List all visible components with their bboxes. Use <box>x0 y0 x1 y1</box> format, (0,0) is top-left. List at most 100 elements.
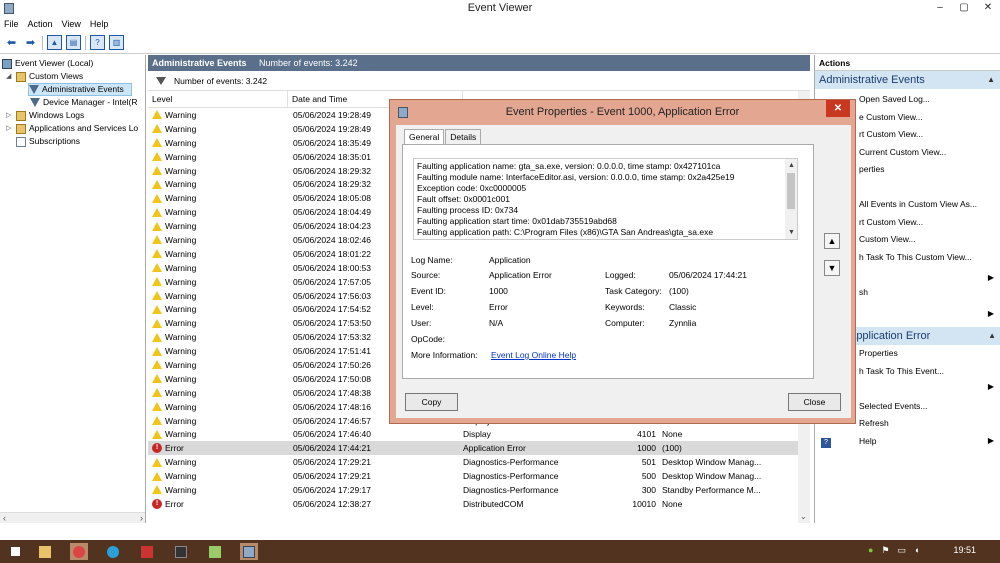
level-cell: Warning <box>148 471 288 481</box>
level-text: Warning <box>165 346 197 357</box>
description-scroll-thumb[interactable] <box>787 173 795 209</box>
menu-file[interactable]: File <box>4 17 19 32</box>
start-windows-icon[interactable] <box>6 543 24 560</box>
level-text: Warning <box>165 123 197 134</box>
next-event-arrow-icon[interactable]: ▼ <box>824 260 840 276</box>
event-viewer-taskbar-icon[interactable] <box>240 543 258 560</box>
expand-arrow-icon[interactable]: ▷ <box>6 122 13 135</box>
tab-details[interactable]: Details <box>445 129 482 144</box>
description-scrollbar[interactable]: ▲ ▼ <box>785 159 797 239</box>
menu-view[interactable]: View <box>62 17 81 32</box>
app-multicolor-icon[interactable] <box>206 543 224 560</box>
navigation-tree: Event Viewer (Local) ◢ Custom Views Admi… <box>0 55 146 523</box>
copy-button[interactable]: Copy <box>405 393 458 411</box>
dialog-close-icon[interactable]: ✕ <box>826 100 850 117</box>
close-button[interactable]: Close <box>788 393 841 411</box>
flag-icon[interactable]: ⚑ <box>881 545 889 556</box>
scroll-right-arrow-icon[interactable]: › <box>140 513 143 523</box>
tab-general[interactable]: General <box>404 129 445 145</box>
network-icon[interactable]: ▭ <box>898 545 907 556</box>
security-icon[interactable]: ● <box>868 545 873 556</box>
event-viewer-icon <box>2 58 12 69</box>
level-text: Error <box>165 443 184 454</box>
up-folder-icon[interactable]: ▲ <box>47 35 62 50</box>
submenu-arrow-icon[interactable]: ▶ <box>988 273 994 282</box>
menu-help[interactable]: Help <box>90 17 109 32</box>
source-cell: Diagnostics-Performance <box>463 471 559 482</box>
level-cell: Warning <box>148 429 288 439</box>
scroll-up-arrow-icon[interactable]: ▲ <box>788 160 795 171</box>
level-text: Warning <box>165 401 197 412</box>
file-explorer-icon[interactable] <box>36 543 54 560</box>
table-row[interactable]: ! Error 05/06/2024 17:44:21 Application Err… <box>148 441 810 456</box>
submenu-arrow-icon[interactable]: ▶ <box>988 382 994 391</box>
task-category-label: Task Category: <box>605 286 662 296</box>
filter-icon <box>156 76 166 85</box>
more-information-label: More Information: <box>411 350 478 360</box>
tree-item-device-manager[interactable]: Device Manager - Intel(R <box>30 96 137 109</box>
forward-arrow-icon[interactable]: ➡ <box>23 35 38 50</box>
taskbar-clock[interactable]: 19:51 <box>953 545 976 555</box>
tree-horizontal-scrollbar[interactable]: ‹ › <box>0 512 145 523</box>
collapse-caret-icon[interactable]: ▲ <box>988 327 996 345</box>
expand-arrow-icon[interactable]: ◢ <box>6 70 13 83</box>
table-row[interactable]: Warning 05/06/2024 17:29:21 Diagnostics-Pe… <box>148 469 810 483</box>
help-icon: ? <box>821 438 831 448</box>
warning-icon <box>152 249 162 259</box>
warning-icon <box>152 318 162 328</box>
tree-item-subscriptions[interactable]: Subscriptions <box>16 135 80 148</box>
maximize-button[interactable]: ▢ <box>952 0 976 17</box>
submenu-arrow-icon[interactable]: ▶ <box>988 309 994 318</box>
show-hide-tree-icon[interactable]: ▤ <box>66 35 81 50</box>
table-row[interactable]: ! Error 05/06/2024 12:38:27 DistributedCOM 1… <box>148 497 810 511</box>
app-dark-icon[interactable] <box>172 543 190 560</box>
actions-section-administrative-events[interactable]: Administrative Events ▲ <box>815 71 1000 89</box>
warning-icon <box>152 402 162 412</box>
level-text: Warning <box>165 193 197 204</box>
scroll-down-arrow-icon[interactable]: ⌄ <box>800 512 807 521</box>
level-text: Warning <box>165 276 197 287</box>
event-log-online-help-link[interactable]: Event Log Online Help <box>491 349 576 362</box>
warning-icon <box>152 235 162 245</box>
scroll-left-arrow-icon[interactable]: ‹ <box>3 513 6 523</box>
close-window-button[interactable]: ✕ <box>976 0 1000 17</box>
warning-icon <box>152 291 162 301</box>
chrome-icon[interactable] <box>70 543 88 560</box>
tree-item-event-viewer-local[interactable]: Event Viewer (Local) <box>2 57 93 70</box>
back-arrow-icon[interactable]: ⬅ <box>4 35 19 50</box>
tree-item-administrative-events[interactable]: Administrative Events <box>28 83 132 96</box>
logged-label: Logged: <box>605 270 636 280</box>
warning-icon <box>152 138 162 148</box>
source-value: Application Error <box>489 270 552 280</box>
warning-icon <box>152 429 162 439</box>
edge-icon[interactable] <box>104 543 122 560</box>
date-cell: 05/06/2024 12:38:27 <box>293 498 371 509</box>
volume-icon[interactable]: ◖ <box>914 545 919 556</box>
collapse-caret-icon[interactable]: ▲ <box>987 71 995 89</box>
warning-icon <box>152 346 162 356</box>
tree-item-applications-services[interactable]: ▷ Applications and Services Lo <box>6 122 138 135</box>
tree-item-custom-views[interactable]: ◢ Custom Views <box>6 70 83 83</box>
warning-icon <box>152 304 162 314</box>
app-red-icon[interactable] <box>138 543 156 560</box>
level-text: Warning <box>165 415 197 426</box>
event-id-label: Event ID: <box>411 286 446 296</box>
tree-item-windows-logs[interactable]: ▷ Windows Logs <box>6 109 84 122</box>
action-item[interactable]: Help <box>815 433 1000 450</box>
table-row[interactable]: Warning 05/06/2024 17:46:40 Display 4101 Non… <box>148 427 810 441</box>
menu-action[interactable]: Action <box>28 17 53 32</box>
level-cell: Warning <box>148 249 288 259</box>
event-description[interactable]: Faulting application name: gta_sa.exe, v… <box>413 158 798 240</box>
minimize-button[interactable]: – <box>928 0 952 17</box>
expand-arrow-icon[interactable]: ▷ <box>6 109 13 122</box>
submenu-arrow-icon[interactable]: ▶ <box>988 436 994 445</box>
event-id-cell: 500 <box>641 471 656 482</box>
dialog-body: General Details Faulting application nam… <box>396 125 851 418</box>
table-row[interactable]: Warning 05/06/2024 17:29:21 Diagnostics-Pe… <box>148 455 810 469</box>
action-pane-icon[interactable]: ▥ <box>109 35 124 50</box>
scroll-down-arrow-icon[interactable]: ▼ <box>788 227 795 238</box>
help-icon[interactable]: ? <box>90 35 105 50</box>
column-level[interactable]: Level <box>148 91 288 107</box>
previous-event-arrow-icon[interactable]: ▲ <box>824 233 840 249</box>
table-row[interactable]: Warning 05/06/2024 17:29:17 Diagnostics-Pe… <box>148 483 810 497</box>
